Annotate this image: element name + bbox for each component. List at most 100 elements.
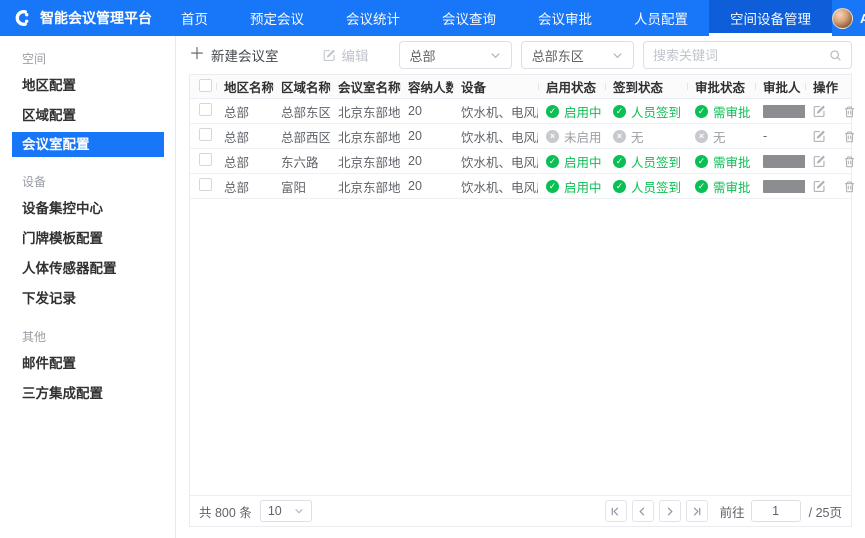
- row-checkbox-cell: [190, 103, 216, 119]
- cell-area: 富阳: [273, 177, 330, 196]
- row-edit-button[interactable]: [813, 180, 826, 193]
- sidebar-item[interactable]: 人体传感器配置: [0, 255, 175, 282]
- nav-item[interactable]: 首页: [160, 0, 229, 36]
- edit-icon: [813, 155, 826, 168]
- cell-devices: 饮水机、电风扇: [453, 152, 538, 171]
- brand: 智能会议管理平台: [0, 0, 160, 36]
- sidebar-item[interactable]: 设备集控中心: [0, 195, 175, 222]
- status-label: 人员签到: [631, 102, 681, 121]
- status-label: 人员签到: [631, 177, 681, 196]
- header-cell: 启用状态: [538, 77, 605, 96]
- nav-item[interactable]: 会议查询: [421, 0, 517, 36]
- goto-label: 前往: [720, 502, 745, 521]
- row-checkbox[interactable]: [199, 153, 212, 166]
- cell-capacity: 20: [400, 154, 453, 168]
- sidebar-item[interactable]: 门牌模板配置: [0, 225, 175, 252]
- region-select[interactable]: 总部: [399, 41, 512, 69]
- sidebar-item[interactable]: 下发记录: [0, 285, 175, 312]
- row-checkbox-cell: [190, 128, 216, 144]
- status-label: 无: [631, 127, 644, 146]
- cell-capacity: 20: [400, 129, 453, 143]
- row-delete-button[interactable]: [843, 180, 856, 193]
- header-cell: 审批状态: [687, 77, 755, 96]
- goto-page-input[interactable]: [751, 500, 801, 522]
- status-ok-icon: ✓: [695, 180, 708, 193]
- cell-approval-status: ✓需审批: [687, 102, 755, 121]
- search-icon[interactable]: [829, 49, 842, 62]
- sidebar-item[interactable]: 会议室配置: [12, 132, 164, 157]
- user-avatar[interactable]: [832, 8, 853, 29]
- cell-checkin-status: ✓人员签到: [605, 152, 687, 171]
- prev-page-button[interactable]: [632, 500, 654, 522]
- nav-item[interactable]: 空间设备管理: [709, 0, 832, 36]
- status-ok-icon: ✓: [546, 180, 559, 193]
- status-label: 启用中: [564, 177, 602, 196]
- status-badge: ✓需审批: [695, 152, 755, 171]
- status-badge: ✓ 启用中: [546, 177, 605, 196]
- row-checkbox[interactable]: [199, 178, 212, 191]
- row-delete-button[interactable]: [843, 130, 856, 143]
- top-navigation: 首页预定会议会议统计会议查询会议审批人员配置空间设备管理: [160, 0, 832, 36]
- cell-checkin-status: ✓ 人员签到: [605, 177, 687, 196]
- main-content: ＋ 新建会议室 编辑 总部 总部东区: [176, 36, 865, 538]
- nav-item[interactable]: 人员配置: [613, 0, 709, 36]
- cell-enable-status: ✓启用中: [538, 152, 605, 171]
- cell-area: 总部西区: [273, 127, 330, 146]
- approver-redacted-block: [763, 105, 805, 118]
- search-input[interactable]: [653, 48, 829, 63]
- new-meeting-room-button[interactable]: ＋ 新建会议室: [189, 45, 279, 65]
- header-cell: 签到状态: [605, 77, 687, 96]
- row-checkbox[interactable]: [199, 128, 212, 141]
- status-off-icon: ×: [546, 130, 559, 143]
- cell-approval-status: ✓需审批: [687, 177, 755, 196]
- status-badge: ×无: [613, 127, 687, 146]
- nav-item[interactable]: 会议统计: [325, 0, 421, 36]
- row-checkbox[interactable]: [199, 103, 212, 116]
- status-badge: ✓启用中: [546, 102, 605, 121]
- area-select[interactable]: 总部东区: [521, 41, 634, 69]
- table-panel: 地区名称区域名称会议室名称容纳人数设备启用状态签到状态审批状态审批人操作 总部总…: [189, 74, 852, 527]
- cell-room: 北京东部地区: [330, 152, 400, 171]
- status-ok-icon: ✓: [546, 105, 559, 118]
- chevron-down-icon: [612, 50, 623, 61]
- sidebar-item[interactable]: 邮件配置: [0, 350, 175, 377]
- row-edit-button[interactable]: [813, 105, 826, 118]
- header-cell: 地区名称: [216, 77, 273, 96]
- last-page-button[interactable]: [686, 500, 708, 522]
- table-row: 总部总部西区北京东部地区20饮水机、电风扇×未启用×无×无-: [190, 124, 851, 149]
- cell-actions: [805, 180, 856, 193]
- first-page-button[interactable]: [605, 500, 627, 522]
- cell-checkin-status: ✓人员签到: [605, 102, 687, 121]
- cell-actions: [805, 130, 856, 143]
- cell-approver: [755, 154, 805, 168]
- status-ok-icon: ✓: [613, 180, 626, 193]
- cell-approver: -: [755, 129, 805, 143]
- toolbar: ＋ 新建会议室 编辑 总部 总部东区: [176, 36, 865, 74]
- header-cell: 设备: [453, 77, 538, 96]
- sidebar-item[interactable]: 区域配置: [0, 102, 175, 129]
- sidebar-item[interactable]: 三方集成配置: [0, 380, 175, 407]
- sidebar-item[interactable]: 地区配置: [0, 72, 175, 99]
- row-edit-button[interactable]: [813, 130, 826, 143]
- sidebar-section: 设备设备集控中心门牌模板配置人体传感器配置下发记录: [0, 173, 175, 312]
- status-badge: ✓ 人员签到: [613, 177, 687, 196]
- approver-redacted-block: [763, 180, 805, 193]
- nav-item[interactable]: 会议审批: [517, 0, 613, 36]
- next-page-button[interactable]: [659, 500, 681, 522]
- select-all-checkbox[interactable]: [199, 79, 212, 92]
- cell-approval-status: ✓需审批: [687, 152, 755, 171]
- cell-room: 北京东部地区: [330, 102, 400, 121]
- row-delete-button[interactable]: [843, 155, 856, 168]
- header-cell: 审批人: [755, 77, 805, 96]
- user-menu[interactable]: Admin ▼: [832, 0, 865, 36]
- nav-item[interactable]: 预定会议: [229, 0, 325, 36]
- trash-icon: [843, 155, 856, 168]
- page-size-select[interactable]: 10: [260, 500, 312, 522]
- app-logo-icon: [14, 9, 32, 27]
- row-delete-button[interactable]: [843, 105, 856, 118]
- status-badge: ✓启用中: [546, 152, 605, 171]
- edit-button[interactable]: 编辑: [323, 45, 369, 65]
- edit-icon: [323, 49, 336, 62]
- status-ok-icon: ✓: [613, 155, 626, 168]
- row-edit-button[interactable]: [813, 155, 826, 168]
